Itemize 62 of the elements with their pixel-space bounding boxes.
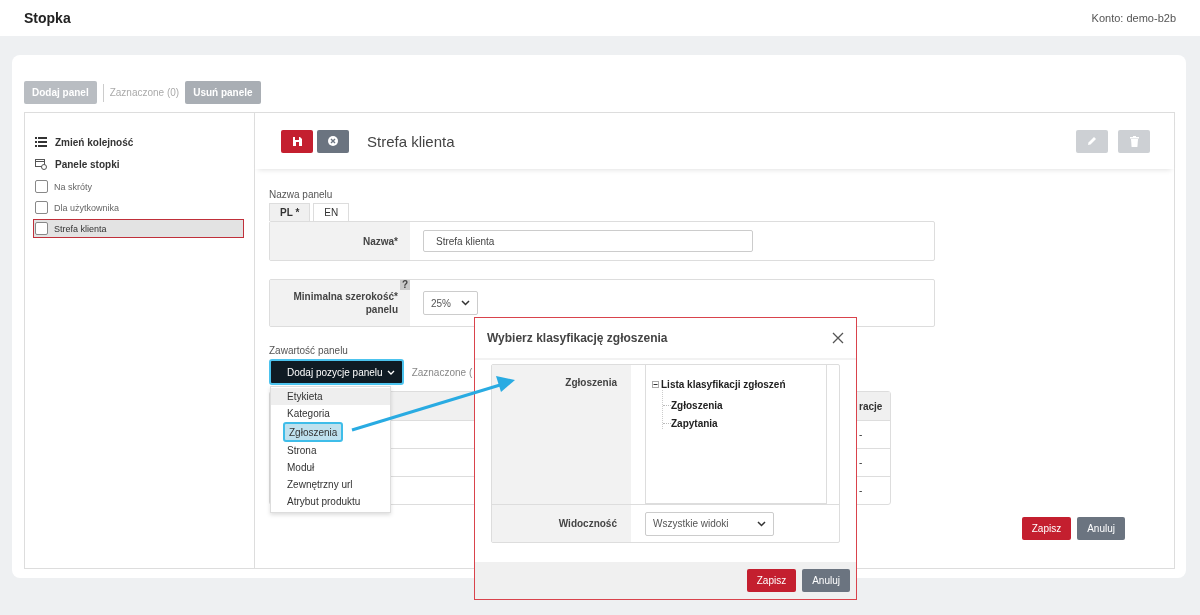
menu-item[interactable]: Strona [271,442,390,459]
chevron-icon [461,300,470,306]
close-button[interactable] [832,332,844,344]
name-field[interactable]: Strefa klienta [423,230,753,252]
checkbox[interactable] [35,180,48,193]
collapse-icon[interactable] [652,381,659,388]
field-caption: Zawartość panelu [269,345,349,356]
field-caption: Nazwa panelu [269,189,334,200]
language-tab[interactable]: EN [313,203,350,221]
cancel-button[interactable] [317,129,349,153]
menu-item[interactable]: Zewnętrzny url [271,476,390,493]
required-mark: * [394,235,398,247]
add-items-button[interactable]: Dodaj pozycje panelu [269,359,404,385]
field-label: Widoczność [492,505,631,542]
field-label: Zgłoszenia [492,365,631,504]
panel-title: Strefa klienta [367,132,456,150]
reorder-link[interactable]: Zmień kolejność [55,136,134,148]
panel-item[interactable]: Strefa klienta [33,219,244,238]
checkbox[interactable] [35,201,48,214]
dialog-title: Wybierz klasyfikację zgłoszenia [487,331,668,345]
menu-item[interactable]: Atrybut produktu [271,493,390,510]
section-title: Panele stopki [55,158,120,170]
column-header: racje [859,400,884,412]
table-cell-text: - [859,485,864,496]
page-title: Stopka [24,10,71,26]
menu-item[interactable]: Kategoria [271,405,390,422]
tree-node[interactable]: Zapytania [671,418,718,429]
required-mark: * [394,291,398,302]
menu-item[interactable]: Moduł [271,459,390,476]
panel-item[interactable]: Na skróty [33,177,244,196]
selected-count: Zaznaczone ( [411,366,473,378]
cancel-button[interactable]: Anuluj [802,569,850,592]
cancel-button[interactable]: Anuluj [1077,517,1125,540]
save-button[interactable]: Zapisz [746,569,797,592]
table-cell-text: - [859,457,864,468]
panel-item[interactable]: Dla użytkownika [33,198,244,217]
menu-item[interactable]: Zgłoszenia [283,422,344,442]
save-icon [292,136,302,146]
help-badge[interactable]: ? [400,280,410,290]
chevron-icon [386,369,395,375]
field-label: Nazwa [362,235,395,247]
field-label: Minimalna szerokość [293,291,395,302]
selected-count: Zaznaczone (0) [109,87,180,98]
width-select[interactable]: 25% [423,291,478,315]
account-label: Konto: demo-b2b [1091,12,1176,24]
checkbox[interactable] [35,222,48,235]
window-gear-icon [35,158,47,170]
tree-node[interactable]: Lista klasyfikacji zgłoszeń [661,379,786,390]
close-icon [328,136,338,146]
save-button[interactable] [281,129,313,153]
language-tab[interactable]: PL * [269,203,311,221]
tree-node[interactable]: Zgłoszenia [671,400,723,411]
menu-item[interactable]: Etykieta [271,388,390,405]
trash-icon [1129,135,1139,147]
list-icon [35,137,47,147]
pencil-icon [1087,136,1097,146]
close-icon [832,332,844,344]
save-button[interactable]: Zapisz [1021,517,1072,540]
visibility-select[interactable]: Wszystkie widoki [645,511,774,536]
field-label: panelu [365,304,398,315]
table-cell-text: - [859,429,864,440]
chevron-icon [756,520,766,527]
